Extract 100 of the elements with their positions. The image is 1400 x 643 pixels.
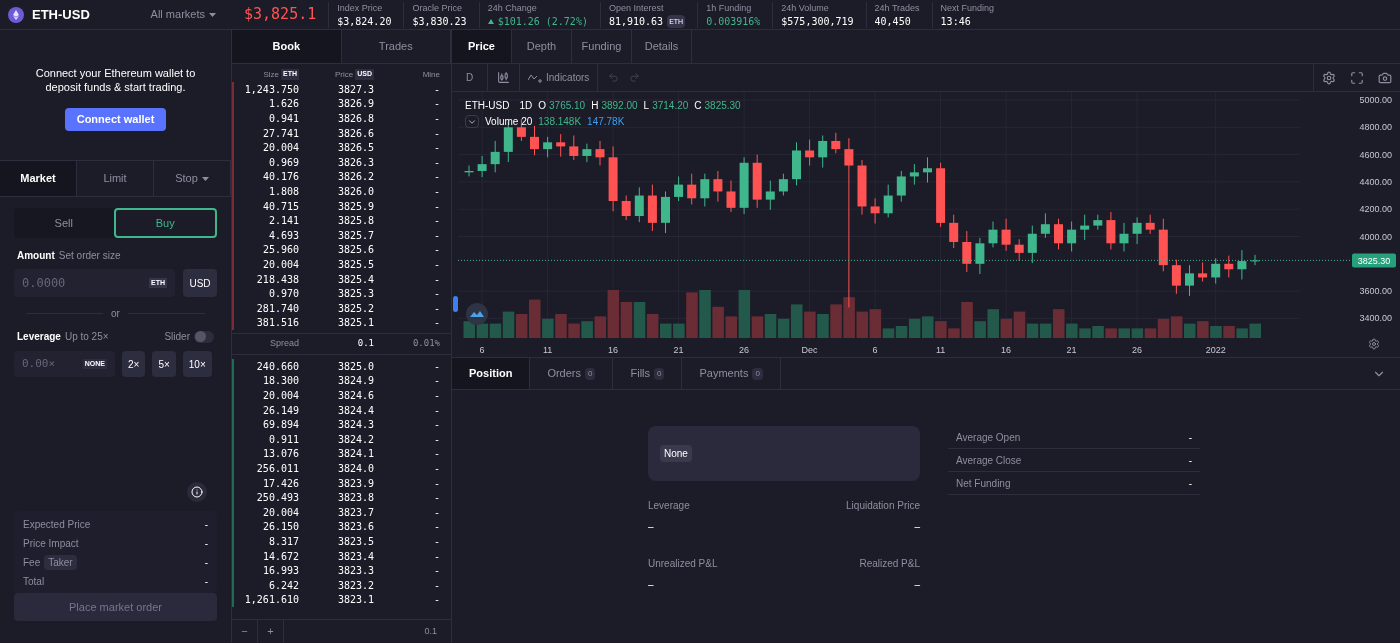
book-price: 3825.6 [336, 243, 374, 258]
book-mine: - [432, 564, 440, 579]
date-axis-label: 11 [935, 345, 946, 355]
book-price: 3825.3 [336, 287, 374, 302]
settings-icon[interactable] [1322, 70, 1336, 85]
column-header: Mine [422, 68, 440, 81]
candlestick-icon[interactable] [497, 71, 510, 84]
candle [1054, 218, 1063, 250]
candle [1119, 222, 1129, 252]
position-stat-value: – [914, 520, 920, 534]
summary-value: - [204, 537, 208, 551]
order-type-tab[interactable]: Stop [154, 161, 231, 196]
volume-bar [463, 321, 475, 338]
book-mine: - [432, 82, 440, 97]
detail-label: Net Funding [956, 476, 1011, 491]
stat-value: $3,824.20 [337, 14, 392, 28]
candle [621, 195, 631, 221]
candle [1171, 259, 1181, 295]
candle [1001, 218, 1011, 252]
zoom-out-button[interactable]: − [232, 620, 258, 643]
book-tab[interactable]: Book [232, 30, 342, 63]
chart-tab[interactable]: Price [452, 30, 512, 63]
stat-label: Open Interest [608, 1, 665, 15]
position-tab[interactable]: Orders 0 [530, 358, 614, 389]
chart-tab[interactable]: Funding [572, 30, 632, 63]
book-mine: - [432, 447, 440, 462]
usd-toggle-button[interactable]: USD [183, 269, 217, 297]
book-size: 281.740 [255, 301, 299, 316]
book-size: 14.672 [261, 549, 299, 564]
candle [569, 135, 579, 161]
book-mine: - [432, 141, 440, 156]
book-size: 8.317 [267, 535, 299, 549]
position-tab[interactable]: Position [452, 358, 531, 389]
candle [1080, 214, 1090, 241]
amount-input[interactable]: 0.0000 [22, 274, 122, 292]
leverage-input[interactable]: 0.00× [22, 355, 72, 373]
book-tab[interactable]: Trades [341, 30, 451, 63]
stat-label: 24h Change [487, 1, 538, 15]
volume-bar [476, 323, 489, 338]
position-stat-label: Liquidation Price [846, 499, 920, 513]
caret-icon [201, 176, 209, 181]
order-type-tab[interactable]: Limit [77, 161, 154, 196]
book-size: 0.970 [267, 287, 299, 302]
book-mine: - [432, 272, 440, 287]
side-button[interactable]: Buy [113, 208, 217, 238]
book-price: 3826.5 [336, 141, 374, 156]
zoom-in-button[interactable]: + [258, 620, 284, 643]
leverage-preset-button[interactable]: 5× [152, 351, 176, 377]
book-price: 3823.7 [336, 505, 374, 520]
candle [1106, 211, 1116, 250]
candle [464, 165, 474, 177]
fullscreen-icon[interactable] [1350, 70, 1364, 85]
up-triangle-icon [487, 18, 494, 24]
slider-toggle[interactable] [194, 330, 214, 343]
book-mine: - [432, 155, 440, 170]
date-axis-label: 6 [872, 345, 878, 355]
interval-button[interactable]: D [452, 64, 488, 91]
book-size: 26.150 [261, 520, 299, 535]
candle [752, 154, 762, 209]
detail-value: - [1188, 453, 1192, 468]
settings-icon[interactable] [1368, 338, 1380, 350]
chart-tab[interactable]: Depth [512, 30, 572, 63]
ohlc-value: 3825.30 [704, 99, 741, 113]
volume-bar [1197, 321, 1209, 338]
wave-logo-icon [466, 303, 488, 325]
position-tab[interactable]: Fills 0 [613, 358, 683, 389]
summary-value: - [204, 556, 208, 570]
book-size: 17.426 [261, 476, 299, 491]
book-mine: - [432, 214, 440, 229]
collapse-toggle[interactable] [465, 115, 479, 128]
date-axis-label: Dec [801, 345, 818, 355]
volume-bar [1105, 328, 1117, 338]
candle [582, 143, 592, 163]
connect-wallet-button[interactable]: Connect wallet [64, 108, 167, 131]
book-price: 3823.4 [336, 549, 374, 564]
book-price: 3825.7 [336, 228, 374, 243]
summary-value: - [204, 575, 208, 589]
book-mine: - [432, 287, 440, 302]
leverage-label: Leverage [17, 330, 61, 344]
book-size: 69.894 [261, 418, 299, 433]
camera-icon[interactable] [1378, 70, 1392, 85]
detail-label: Average Open [956, 430, 1021, 445]
indicators-button[interactable]: Indicators [520, 64, 599, 91]
book-price: 3824.9 [336, 374, 374, 389]
date-axis-label: 11 [542, 345, 553, 355]
info-icon[interactable] [187, 482, 207, 502]
candle [857, 159, 867, 216]
leverage-preset-button[interactable]: 2× [122, 351, 146, 377]
side-panel-handle[interactable] [453, 296, 458, 312]
volume-bar [1131, 328, 1144, 338]
order-type-tab[interactable]: Market [0, 161, 77, 196]
position-stat-value: – [648, 520, 654, 534]
leverage-preset-button[interactable]: 10× [182, 351, 212, 377]
chart-tab[interactable]: Details [632, 30, 692, 63]
position-tab[interactable]: Payments 0 [682, 358, 781, 389]
all-markets-dropdown[interactable]: All markets [150, 6, 216, 23]
candle [1158, 218, 1168, 272]
book-size: 40.176 [261, 170, 299, 185]
book-mine: - [432, 374, 440, 389]
side-button[interactable]: Sell [14, 208, 114, 238]
